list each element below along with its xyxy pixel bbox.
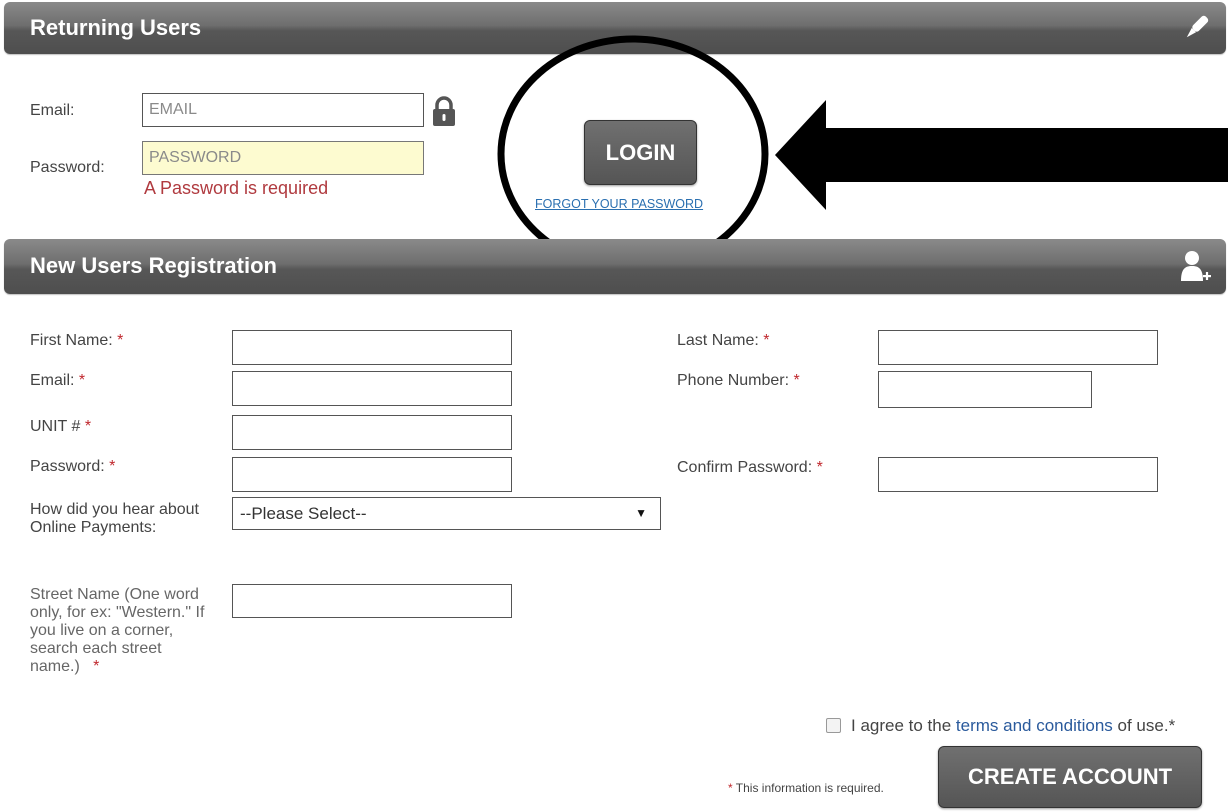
phone-label: Phone Number: * — [677, 372, 800, 389]
password-input[interactable] — [232, 457, 512, 492]
street-name-label: Street Name (One word only, for ex: "Wes… — [30, 586, 205, 675]
annotation-circle — [497, 35, 769, 273]
annotation-arrow — [775, 100, 1228, 210]
create-account-button[interactable]: CREATE ACCOUNT — [938, 746, 1202, 808]
new-users-header: New Users Registration — [4, 239, 1226, 294]
email-input[interactable] — [232, 371, 512, 406]
street-name-input[interactable] — [232, 584, 512, 618]
hear-about-select[interactable]: --Please Select-- ▼ — [232, 497, 661, 530]
agree-terms-text: I agree to the terms and conditions of u… — [851, 716, 1176, 735]
hear-about-label: How did you hear about Online Payments: — [30, 501, 199, 536]
phone-input[interactable] — [878, 371, 1092, 408]
unit-input[interactable] — [232, 415, 512, 450]
first-name-input[interactable] — [232, 330, 512, 365]
unit-label: UNIT # * — [30, 418, 92, 435]
email-label: Email: * — [30, 372, 86, 389]
first-name-label: First Name: * — [30, 332, 124, 349]
agree-checkbox[interactable] — [826, 718, 841, 733]
confirm-password-label: Confirm Password: * — [677, 459, 823, 476]
last-name-label: Last Name: * — [677, 332, 770, 349]
password-label: Password: * — [30, 458, 116, 475]
dropdown-arrow-icon: ▼ — [635, 506, 647, 520]
hear-about-selected-value: --Please Select-- — [240, 504, 367, 523]
new-users-title: New Users Registration — [30, 253, 277, 278]
confirm-password-input[interactable] — [878, 457, 1158, 492]
last-name-input[interactable] — [878, 330, 1158, 365]
required-note: * This information is required. — [728, 781, 884, 795]
add-user-icon — [1180, 250, 1212, 289]
terms-link[interactable]: terms and conditions — [956, 716, 1113, 735]
